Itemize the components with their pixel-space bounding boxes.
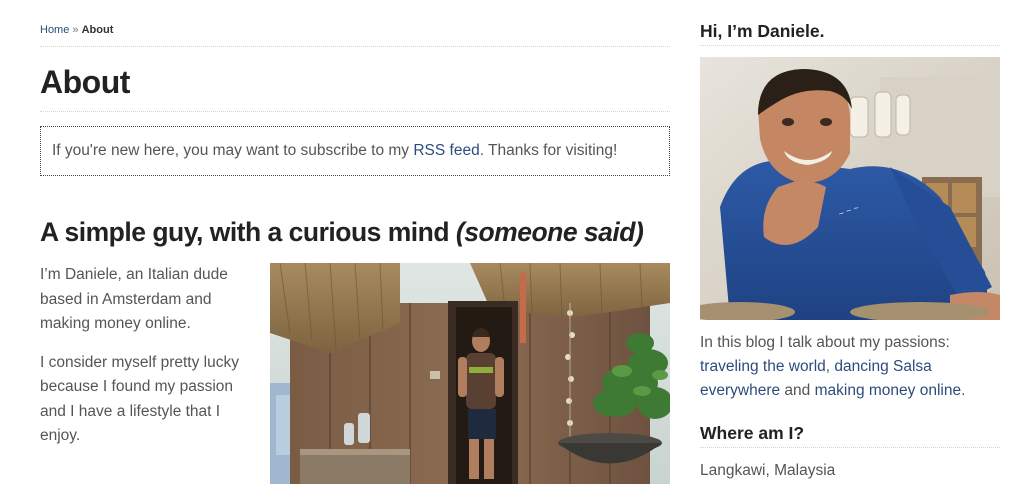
breadcrumb: Home » About bbox=[40, 24, 670, 47]
section-title-italic: (someone said) bbox=[455, 217, 644, 247]
notice-text-after: . Thanks for visiting! bbox=[479, 142, 618, 159]
breadcrumb-current: About bbox=[81, 24, 114, 36]
traveling-link[interactable]: traveling the world bbox=[700, 358, 826, 375]
breadcrumb-separator-icon: » bbox=[72, 24, 79, 36]
section-title-main: A simple guy, with a curious mind bbox=[40, 217, 456, 247]
current-location: Langkawi, Malaysia bbox=[700, 462, 836, 479]
section-title: A simple guy, with a curious mind (someo… bbox=[40, 212, 680, 252]
intro-paragraph-1: I’m Daniele, an Italian dude based in Am… bbox=[40, 266, 228, 332]
intro-paragraph-2: I consider myself pretty lucky because I… bbox=[40, 353, 239, 445]
breadcrumb-home-link[interactable]: Home bbox=[40, 24, 69, 36]
sidebar-blurb: In this blog I talk about my passions: t… bbox=[700, 331, 1000, 403]
page-title: About bbox=[40, 60, 670, 112]
blurb-and: and bbox=[780, 382, 815, 399]
rss-feed-link[interactable]: RSS feed bbox=[413, 142, 479, 159]
sidebar-greeting-title: Hi, I’m Daniele. bbox=[700, 18, 1000, 46]
intro-text: I’m Daniele, an Italian dude based in Am… bbox=[40, 263, 260, 463]
notice-text-before: If you're new here, you may want to subs… bbox=[52, 142, 414, 159]
blurb-text: In this blog I talk about my passions: bbox=[700, 334, 950, 351]
subscribe-notice: If you're new here, you may want to subs… bbox=[40, 126, 670, 176]
where-am-i-title: Where am I? bbox=[700, 420, 1000, 448]
blurb-period: . bbox=[961, 382, 966, 399]
hut-doorway-photo bbox=[270, 263, 670, 484]
author-portrait-photo: ~ ~ ~ bbox=[700, 57, 1000, 320]
money-online-link[interactable]: making money online bbox=[815, 382, 961, 399]
